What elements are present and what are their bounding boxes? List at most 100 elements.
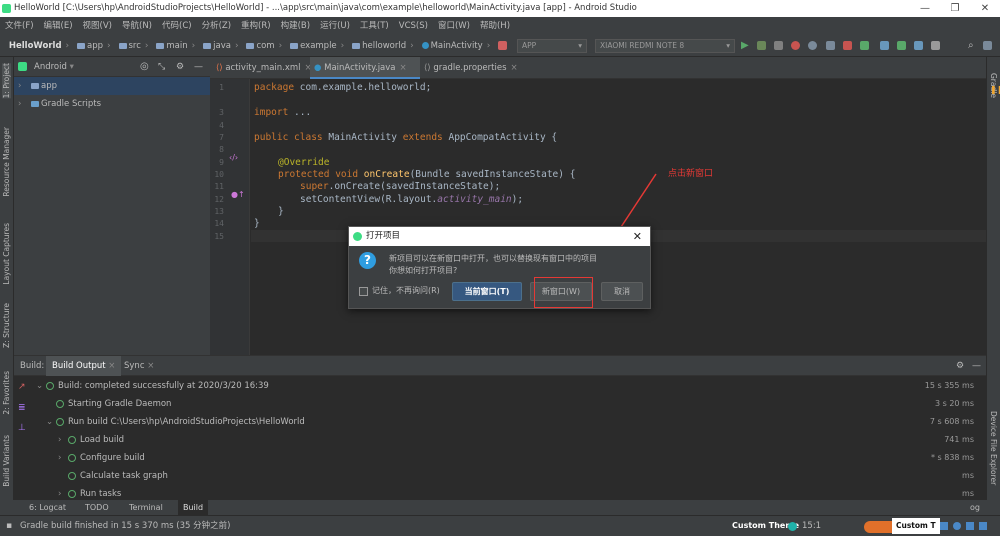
breadcrumb-java[interactable]: java bbox=[213, 35, 233, 57]
remember-checkbox[interactable] bbox=[359, 287, 368, 296]
breadcrumb-main[interactable]: main bbox=[166, 35, 189, 57]
close-icon[interactable]: × bbox=[507, 63, 518, 73]
menu-run[interactable]: 运行(U) bbox=[315, 17, 355, 35]
build-row[interactable]: Calculate task graph ms bbox=[14, 467, 986, 485]
code-line[interactable]: } bbox=[278, 206, 284, 217]
code-line[interactable]: setContentView(R.layout.activity_main); bbox=[300, 194, 523, 205]
tab-activity-main-xml[interactable]: ⟨⟩ activity_main.xml × bbox=[212, 57, 312, 79]
menu-edit[interactable]: 编辑(E) bbox=[39, 17, 78, 35]
code-line[interactable]: package com.example.helloworld; bbox=[254, 82, 431, 93]
remember-label[interactable]: 记住，不再询问(R) bbox=[372, 285, 440, 296]
run-icon[interactable]: ▶ bbox=[741, 35, 749, 57]
class-gutter-icon[interactable]: ‹/› bbox=[229, 153, 238, 162]
build-row[interactable]: ⌄ Run build C:\Users\hp\AndroidStudioProj… bbox=[14, 413, 986, 431]
build-variants-tab[interactable]: Build Variants bbox=[2, 435, 11, 487]
collapse-icon[interactable]: ⤡ bbox=[158, 57, 165, 77]
close-icon[interactable]: × bbox=[396, 63, 407, 73]
tab-sync[interactable]: Sync × bbox=[118, 356, 160, 376]
project-view-select[interactable]: Android bbox=[20, 62, 67, 72]
tab-terminal[interactable]: Terminal bbox=[124, 500, 168, 515]
apply-changes-icon[interactable] bbox=[757, 41, 766, 50]
layout-inspector-icon[interactable] bbox=[914, 41, 923, 50]
close-window-button[interactable]: ✕ bbox=[970, 0, 1000, 17]
code-line[interactable]: @Override bbox=[278, 157, 329, 168]
breadcrumb-src[interactable]: src bbox=[129, 35, 143, 57]
code-line[interactable]: } bbox=[254, 218, 260, 229]
tab-build[interactable]: Build bbox=[178, 500, 209, 515]
tab-build-output[interactable]: Build Output × bbox=[46, 356, 122, 376]
project-structure-icon[interactable] bbox=[931, 41, 940, 50]
menu-help[interactable]: 帮助(H) bbox=[475, 17, 515, 35]
restore-button[interactable]: ❐ bbox=[940, 0, 970, 17]
override-gutter-icon[interactable]: ●↑ bbox=[231, 190, 245, 199]
breadcrumb-helloworld[interactable]: helloworld bbox=[362, 35, 408, 57]
caret-position[interactable]: 15:1 bbox=[802, 516, 821, 536]
stop-all-icon[interactable] bbox=[843, 41, 852, 50]
build-panel: Build: Build Output × Sync × ⚙ — ↗ ≣ ⊥ ⌄… bbox=[14, 355, 986, 500]
tab-mainactivity-java[interactable]: ● MainActivity.java × bbox=[310, 57, 420, 79]
debug-icon[interactable] bbox=[774, 41, 783, 50]
tab-logcat[interactable]: 6: Logcat bbox=[24, 500, 71, 515]
menu-tools[interactable]: 工具(T) bbox=[355, 17, 394, 35]
structure-tab[interactable]: Z: Structure bbox=[2, 303, 11, 348]
cancel-button[interactable]: 取消 bbox=[601, 282, 643, 301]
status-icon[interactable]: ▪ bbox=[6, 516, 12, 536]
tab-todo[interactable]: TODO bbox=[80, 500, 114, 515]
build-row[interactable]: ⌄ Build: completed successfully at 2020/3… bbox=[14, 377, 986, 395]
menu-code[interactable]: 代码(C) bbox=[157, 17, 197, 35]
gear-icon[interactable]: ⚙ bbox=[956, 356, 964, 376]
hide-icon[interactable]: — bbox=[194, 57, 203, 77]
code-line[interactable]: import ... bbox=[254, 107, 311, 118]
user-icon[interactable] bbox=[953, 522, 961, 530]
run-config-select[interactable]: APP ▾ bbox=[517, 39, 587, 53]
ime-theme-label[interactable]: Custom T bbox=[892, 518, 940, 534]
breadcrumb-app[interactable]: app bbox=[87, 35, 105, 57]
menu-window[interactable]: 窗口(W) bbox=[433, 17, 475, 35]
avd-manager-icon[interactable] bbox=[880, 41, 889, 50]
profile-icon[interactable] bbox=[808, 41, 817, 50]
build-row[interactable]: Starting Gradle Daemon 3 s 20 ms bbox=[14, 395, 986, 413]
git-icon[interactable] bbox=[983, 41, 992, 50]
device-file-explorer-tab[interactable]: Device File Explorer bbox=[989, 411, 998, 485]
code-line[interactable]: super.onCreate(savedInstanceState); bbox=[300, 181, 500, 192]
event-log-tab[interactable]: og bbox=[965, 500, 985, 515]
menu-vcs[interactable]: VCS(S) bbox=[394, 17, 433, 35]
menu-view[interactable]: 视图(V) bbox=[78, 17, 117, 35]
grid-icon[interactable] bbox=[979, 522, 987, 530]
hide-icon[interactable]: — bbox=[972, 356, 981, 376]
keyboard-icon[interactable] bbox=[940, 522, 948, 530]
tree-item-app[interactable]: › app bbox=[14, 77, 210, 95]
hammer-icon[interactable] bbox=[498, 41, 507, 50]
tree-item-gradle-scripts[interactable]: › Gradle Scripts bbox=[14, 95, 210, 113]
favorites-tab[interactable]: 2: Favorites bbox=[2, 371, 11, 415]
current-window-button[interactable]: 当前窗口(T) bbox=[452, 282, 522, 301]
breadcrumb-mainactivity[interactable]: MainActivity bbox=[431, 35, 485, 57]
gear-icon[interactable]: ⚙ bbox=[176, 57, 184, 77]
breadcrumb-project[interactable]: HelloWorld bbox=[9, 35, 64, 57]
device-select[interactable]: XIAOMI REDMI NOTE 8 ▾ bbox=[595, 39, 735, 53]
sdk-manager-icon[interactable] bbox=[897, 41, 906, 50]
code-line[interactable]: public class MainActivity extends AppCom… bbox=[254, 132, 557, 143]
menu-navigate[interactable]: 导航(N) bbox=[117, 17, 157, 35]
search-icon[interactable]: ⌕ bbox=[968, 35, 974, 57]
stop-icon[interactable] bbox=[791, 41, 800, 50]
menu-refactor[interactable]: 重构(R) bbox=[236, 17, 276, 35]
resource-manager-tab[interactable]: Resource Manager bbox=[2, 127, 11, 197]
minimize-button[interactable]: — bbox=[910, 0, 940, 17]
menu-analyze[interactable]: 分析(Z) bbox=[197, 17, 236, 35]
project-tool-tab[interactable]: 1: Project bbox=[2, 63, 11, 99]
code-line[interactable]: protected void onCreate(Bundle savedInst… bbox=[278, 169, 575, 180]
sync-gradle-icon[interactable] bbox=[860, 41, 869, 50]
breadcrumb-com[interactable]: com bbox=[256, 35, 276, 57]
target-icon[interactable]: ◎ bbox=[140, 57, 149, 77]
build-row[interactable]: › Configure build * s 838 ms bbox=[14, 449, 986, 467]
dialog-close-button[interactable]: ✕ bbox=[633, 227, 642, 246]
attach-icon[interactable] bbox=[826, 41, 835, 50]
menu-file[interactable]: 文件(F) bbox=[0, 17, 39, 35]
shirt-icon[interactable] bbox=[966, 522, 974, 530]
build-row[interactable]: › Load build 741 ms bbox=[14, 431, 986, 449]
menu-build[interactable]: 构建(B) bbox=[276, 17, 315, 35]
breadcrumb-example[interactable]: example bbox=[300, 35, 339, 57]
tab-gradle-properties[interactable]: ⟨⟩ gradle.properties × bbox=[420, 57, 530, 79]
layout-captures-tab[interactable]: Layout Captures bbox=[2, 223, 11, 285]
